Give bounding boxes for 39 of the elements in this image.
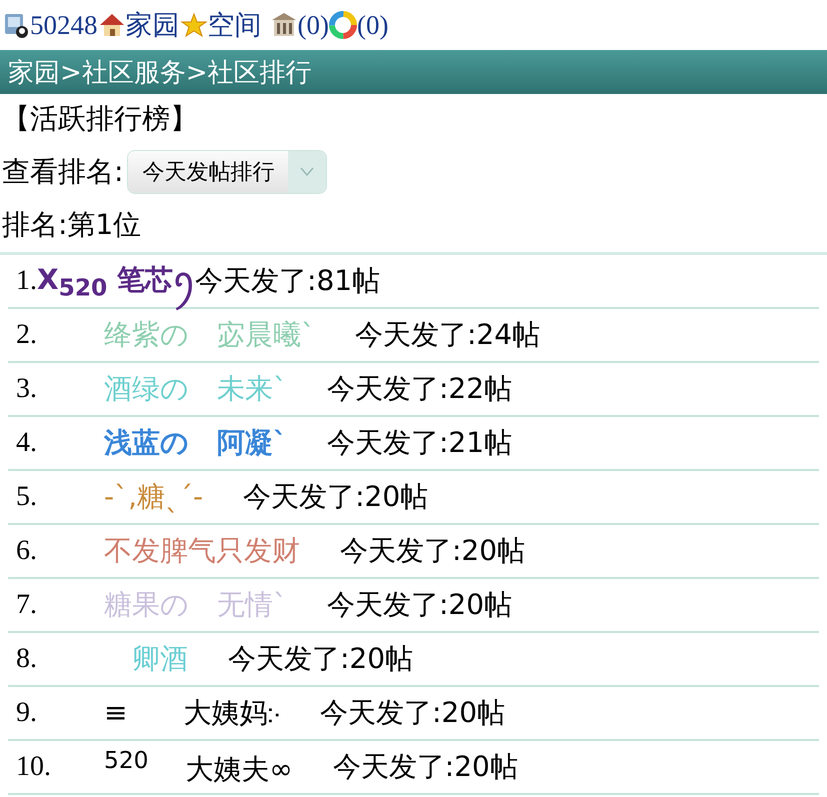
- building-icon: [270, 11, 298, 39]
- post-count-text: 今天发了:21帖: [327, 425, 512, 461]
- post-count-text: 今天发了:81帖: [195, 263, 380, 299]
- rank-number: 8.: [16, 643, 38, 675]
- rank-number: 10.: [16, 751, 52, 783]
- user-name-link[interactable]: 浅蓝の 阿凝ˋ: [104, 424, 327, 462]
- caret-icon: [300, 167, 314, 177]
- post-count-text: 今天发了:22帖: [327, 371, 512, 407]
- rank-number: 4.: [16, 427, 38, 459]
- rank-number: 7.: [16, 589, 38, 621]
- star-icon: [180, 11, 208, 39]
- rank-number: 3.: [16, 373, 38, 405]
- user-id-link[interactable]: 50248: [30, 10, 98, 40]
- rank-number: 6.: [16, 535, 38, 567]
- rank-type-dropdown[interactable]: 今天发帖排行: [127, 150, 328, 194]
- post-count-text: 今天发了:20帖: [228, 641, 414, 677]
- view-rank-label: 查看排名:: [2, 154, 124, 190]
- space-link[interactable]: 空间: [208, 7, 262, 43]
- user-name-link[interactable]: X$_{520}$ 笔芯ꪆ: [37, 252, 196, 310]
- rank-number: 9.: [16, 697, 38, 729]
- post-count-text: 今天发了:24帖: [355, 317, 540, 353]
- rank-number: 1.: [16, 265, 37, 297]
- post-count-text: 今天发了:20帖: [320, 695, 506, 731]
- post-count-text: 今天发了:20帖: [332, 749, 518, 785]
- post-count-text: 今天发了:20帖: [327, 587, 512, 623]
- building-count-link[interactable]: (0): [298, 10, 329, 40]
- my-rank-text: 排名:第1位: [2, 207, 142, 243]
- house-icon: [98, 11, 126, 39]
- home-link[interactable]: 家园: [126, 7, 180, 43]
- post-count-text: 今天发了:20帖: [243, 479, 428, 515]
- post-count-text: 今天发了:20帖: [340, 533, 526, 569]
- rank-number: 2.: [16, 319, 38, 351]
- rank-number: 5.: [16, 481, 38, 513]
- user-name-link[interactable]: ≡ 大姨妈჻: [104, 694, 320, 732]
- color-wheel-icon: [328, 11, 357, 39]
- color-count-link[interactable]: (0): [356, 10, 388, 40]
- section-title: 【活跃排行榜】: [2, 101, 198, 137]
- computer-icon: [2, 11, 30, 39]
- breadcrumb: 家园>社区服务>社区排行: [0, 50, 827, 94]
